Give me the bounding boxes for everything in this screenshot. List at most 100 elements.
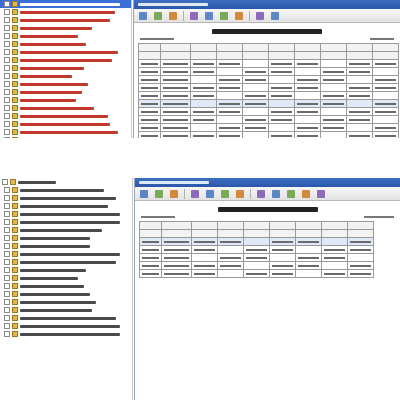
table-cell[interactable] [320,75,347,84]
toolbar-button[interactable] [137,188,151,200]
expand-toggle-icon[interactable] [4,251,10,257]
table-cell[interactable] [242,107,269,116]
table-cell[interactable] [216,99,243,108]
table-cell[interactable] [294,59,321,68]
table-cell[interactable] [243,269,270,278]
table-cell[interactable] [346,123,373,132]
table-cell[interactable] [160,115,191,124]
table-cell[interactable] [347,245,374,254]
table-cell[interactable] [216,123,243,132]
table-cell[interactable] [161,253,192,262]
table-cell[interactable] [294,107,321,116]
table-cell[interactable] [216,91,243,100]
expand-toggle-icon[interactable] [4,65,10,71]
table-cell[interactable] [268,115,295,124]
tree-item[interactable] [0,32,131,40]
tree-item[interactable] [0,210,132,218]
table-cell[interactable] [190,115,217,124]
tree-item[interactable] [0,234,132,242]
toolbar-button[interactable] [187,10,201,22]
table-cell[interactable] [294,91,321,100]
expand-toggle-icon[interactable] [4,267,10,273]
table-cell[interactable] [217,237,244,246]
toolbar-button[interactable] [152,188,166,200]
expand-toggle-icon[interactable] [4,97,10,103]
toolbar-button[interactable] [188,188,202,200]
table-cell[interactable] [320,131,347,138]
tree-item[interactable] [0,282,132,290]
table-cell[interactable] [320,67,347,76]
table-cell[interactable] [268,83,295,92]
tree-item[interactable] [0,80,131,88]
expand-toggle-icon[interactable] [4,187,10,193]
expand-toggle-icon[interactable] [4,307,10,313]
table-cell[interactable] [268,67,295,76]
table-cell[interactable] [372,75,399,84]
table-cell[interactable] [268,123,295,132]
table-cell[interactable] [372,99,399,108]
expand-toggle-icon[interactable] [4,89,10,95]
table-cell[interactable] [372,91,399,100]
table-cell[interactable] [347,237,374,246]
table-cell[interactable] [216,107,243,116]
tree-item[interactable] [0,194,132,202]
toolbar-button[interactable] [254,188,268,200]
table-cell[interactable] [242,83,269,92]
toolbar-button[interactable] [284,188,298,200]
tree-item[interactable] [0,0,131,8]
table-cell[interactable] [346,107,373,116]
table-cell[interactable] [268,75,295,84]
table-cell[interactable] [347,269,374,278]
expand-toggle-icon[interactable] [4,291,10,297]
table-cell[interactable] [160,123,191,132]
table-cell[interactable] [347,261,374,270]
table-cell[interactable] [268,59,295,68]
table-cell[interactable] [269,269,296,278]
tree-item[interactable] [0,96,131,104]
table-cell[interactable] [161,237,192,246]
table-cell[interactable] [160,59,191,68]
expand-toggle-icon[interactable] [2,179,8,185]
expand-toggle-icon[interactable] [4,113,10,119]
table-cell[interactable] [217,261,244,270]
table-cell[interactable] [216,67,243,76]
table-cell[interactable] [321,261,348,270]
table-cell[interactable] [295,237,322,246]
expand-toggle-icon[interactable] [4,137,10,138]
toolbar-button[interactable] [136,10,150,22]
table-cell[interactable] [320,91,347,100]
table-cell[interactable] [243,237,270,246]
table-cell[interactable] [320,123,347,132]
tree-item[interactable] [0,274,132,282]
table-cell[interactable] [321,237,348,246]
table-cell[interactable] [268,99,295,108]
table-cell[interactable] [242,131,269,138]
table-cell[interactable] [191,261,218,270]
table-cell[interactable] [191,253,218,262]
tree-item[interactable] [0,72,131,80]
table-cell[interactable] [346,99,373,108]
table-cell[interactable] [242,123,269,132]
report-tree[interactable] [0,0,132,138]
table-cell[interactable] [242,75,269,84]
table-cell[interactable] [269,261,296,270]
tree-item[interactable] [0,128,131,136]
table-cell[interactable] [320,99,347,108]
table-cell[interactable] [217,253,244,262]
table-cell[interactable] [294,99,321,108]
toolbar-button[interactable] [233,188,247,200]
tree-item[interactable] [0,306,132,314]
table-cell[interactable] [346,131,373,138]
table-cell[interactable] [320,59,347,68]
table-cell[interactable] [269,253,296,262]
expand-toggle-icon[interactable] [4,259,10,265]
tree-item[interactable] [0,120,131,128]
table-cell[interactable] [161,245,192,254]
toolbar-button[interactable] [166,10,180,22]
table-cell[interactable] [269,245,296,254]
expand-toggle-icon[interactable] [4,121,10,127]
table-cell[interactable] [216,115,243,124]
tree-item[interactable] [0,242,132,250]
expand-toggle-icon[interactable] [4,195,10,201]
tree-item[interactable] [0,136,131,138]
